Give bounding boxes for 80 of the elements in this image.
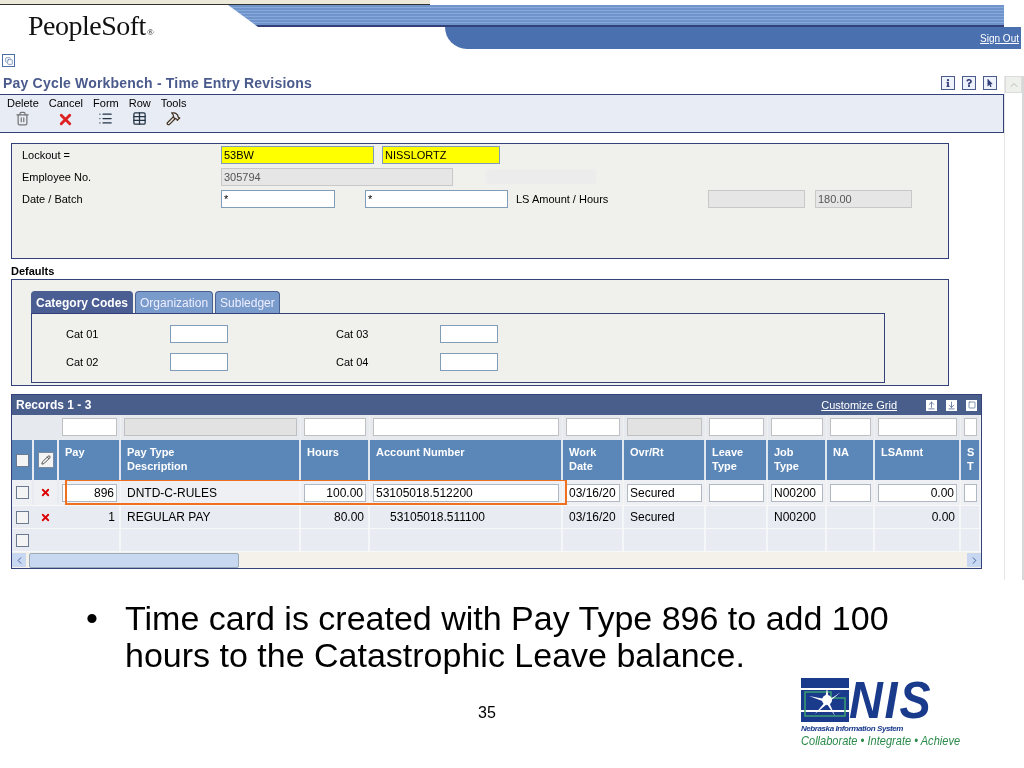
toolbar-button[interactable]: Row — [128, 95, 151, 132]
filter-field[interactable] — [830, 418, 871, 436]
download-icon[interactable] — [946, 399, 957, 411]
row-checkbox[interactable] — [15, 533, 29, 547]
cell-field[interactable] — [964, 483, 977, 502]
field-label: Cat 03 — [336, 328, 370, 340]
toolbar-button[interactable]: Form — [93, 95, 119, 132]
text-field[interactable] — [440, 353, 498, 371]
text-field[interactable] — [440, 325, 498, 343]
scroll-up-icon[interactable] — [1005, 76, 1022, 93]
cell-field[interactable] — [830, 483, 871, 502]
cell-field[interactable] — [709, 483, 764, 502]
field-label: Cat 01 — [66, 328, 100, 340]
cell-field[interactable]: 100.00 — [304, 483, 366, 502]
x-icon[interactable] — [40, 511, 51, 523]
logo-subtitle: Nebraska Information System — [800, 724, 904, 733]
peoplesoft-logo: PeopleSoft® — [27, 9, 155, 43]
section-label: Defaults — [11, 265, 56, 277]
cell-field[interactable]: 896 — [62, 483, 117, 502]
row-checkbox[interactable] — [15, 486, 29, 499]
maximize-icon[interactable] — [966, 399, 977, 411]
text-field[interactable] — [170, 325, 228, 343]
trash-icon — [15, 111, 31, 126]
new-window-icon[interactable] — [2, 54, 15, 67]
text-field[interactable]: * — [365, 190, 508, 208]
text-field[interactable]: 53BW — [221, 146, 374, 164]
customize-grid-link[interactable]: Customize Grid — [821, 399, 897, 411]
filter-field[interactable] — [771, 418, 823, 436]
toolbar-button[interactable]: Delete — [7, 95, 39, 132]
field-label: LS Amount / Hours — [516, 193, 610, 205]
filter-field[interactable] — [709, 418, 764, 436]
select-all-checkbox[interactable] — [15, 453, 29, 467]
hammer-icon — [166, 111, 182, 126]
table-row[interactable]: 1 REGULAR PAY 80.00 53105018.511100 03/16/20 Secured N00200 0.00 — [12, 506, 981, 529]
table-icon — [132, 111, 148, 126]
cell-field[interactable]: 03/16/20 — [566, 483, 620, 502]
pointer-help-icon[interactable] — [983, 76, 997, 90]
field-label: Cat 02 — [66, 356, 100, 368]
cell-field[interactable]: Secured — [627, 483, 702, 502]
grid-title: Records 1 - 3 — [16, 398, 93, 412]
field-label: Cat 04 — [336, 356, 370, 368]
filter-field[interactable] — [964, 418, 977, 436]
help-icon[interactable] — [962, 76, 976, 90]
logo-tagline: Collaborate • Integrate • Achieve — [800, 733, 960, 748]
page-number: 35 — [478, 704, 496, 722]
scroll-left-icon[interactable] — [12, 553, 26, 567]
filter-field[interactable] — [62, 418, 117, 436]
field-label: Lockout = — [22, 149, 71, 161]
filter-field[interactable] — [878, 418, 957, 436]
row-checkbox[interactable] — [15, 510, 29, 524]
page-title: Pay Cycle Workbench - Time Entry Revisions — [2, 75, 312, 91]
bullet-text: Time card is created with Pay Type 896 to add 100 hours to the Catastrophic Leave balance. — [125, 600, 890, 674]
vertical-scrollbar[interactable] — [1004, 76, 1024, 580]
cell-field[interactable]: 53105018.512200 — [373, 483, 559, 502]
sign-out-link[interactable]: Sign Out — [980, 32, 1019, 44]
tab[interactable]: Category Codes — [31, 291, 134, 313]
nebraska-map-icon — [800, 678, 849, 722]
horizontal-scrollbar[interactable] — [12, 552, 981, 568]
toolbar-button[interactable]: Tools — [160, 95, 187, 132]
text-field[interactable]: NISSLORTZ — [382, 146, 500, 164]
x-icon[interactable] — [40, 487, 51, 498]
info-icon[interactable] — [941, 76, 955, 90]
filter-field[interactable] — [304, 418, 366, 436]
table-row[interactable]: 896 DNTD-C-RULES 100.00 53105018.512200 03/16/20 Secured N00200 0.00 — [12, 480, 981, 506]
upload-icon[interactable] — [926, 399, 937, 411]
field-label: Employee No. — [22, 171, 93, 183]
text-field[interactable] — [170, 353, 228, 371]
filter-field[interactable] — [566, 418, 620, 436]
text-field[interactable]: * — [221, 190, 335, 208]
pencil-icon[interactable] — [37, 452, 54, 468]
cell-field[interactable]: N00200 — [771, 483, 823, 502]
list-icon — [98, 111, 114, 126]
field-label: Date / Batch — [22, 193, 84, 205]
cell-field[interactable]: 0.00 — [878, 483, 957, 502]
toolbar-button[interactable]: Cancel — [48, 95, 84, 132]
filter-field[interactable] — [373, 418, 559, 436]
bullet-marker: • — [86, 600, 99, 639]
scroll-thumb[interactable] — [29, 552, 239, 568]
scroll-right-icon[interactable] — [967, 553, 981, 567]
nis-logo-text: NIS — [848, 676, 933, 724]
